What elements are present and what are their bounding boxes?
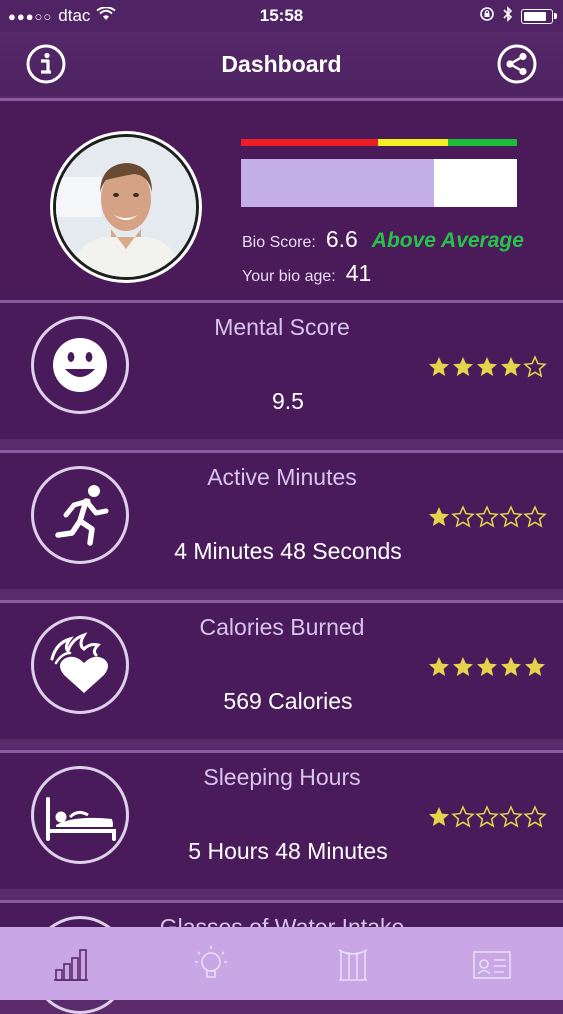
star-empty-icon — [499, 805, 523, 828]
star-filled-icon — [429, 807, 449, 826]
bio-score-row: Bio Score: 6.6 Above Average — [242, 226, 524, 253]
star-empty-icon — [523, 355, 547, 378]
star-empty-icon — [523, 805, 547, 828]
flaming-heart-icon — [50, 632, 108, 693]
metric-card-active-minutes[interactable]: Active Minutes 4 Minutes 48 Seconds — [0, 450, 563, 589]
bio-score-label: Bio Score: — [242, 234, 316, 251]
metric-card-calories-burned[interactable]: Calories Burned 569 Calories — [0, 600, 563, 739]
bio-age-label: Your bio age: — [242, 268, 336, 285]
bio-score-value: 6.6 — [325, 226, 358, 252]
metric-value: 5 Hours 48 Minutes — [188, 838, 388, 864]
metric-value: 4 Minutes 48 Seconds — [174, 538, 402, 564]
bio-age-value: 41 — [345, 260, 372, 286]
star-empty-icon — [475, 805, 499, 828]
rotation-lock-icon — [479, 6, 495, 27]
star-empty-icon — [523, 505, 547, 528]
bluetooth-icon — [503, 6, 513, 27]
status-bar: ●●●○○ dtac 15:58 — [0, 0, 563, 32]
star-rating — [427, 505, 547, 529]
avatar[interactable] — [50, 131, 202, 283]
star-filled-icon — [501, 357, 521, 376]
lightbulb-icon — [195, 946, 227, 978]
bio-score-meter — [241, 159, 517, 207]
metric-title: Calories Burned — [199, 614, 365, 640]
sleeping-icon — [46, 797, 116, 841]
nav-bar: Dashboard — [0, 32, 563, 96]
star-filled-icon — [429, 657, 449, 676]
smiley-icon — [53, 338, 107, 392]
share-icon — [497, 44, 537, 84]
metric-title: Sleeping Hours — [203, 764, 361, 790]
metric-card-mental-score[interactable]: Mental Score 9.5 — [0, 300, 563, 439]
star-empty-icon — [451, 505, 475, 528]
scale-low-segment — [241, 139, 378, 146]
star-filled-icon — [453, 357, 473, 376]
bio-score-meter-fill — [241, 159, 435, 207]
metric-title: Active Minutes — [207, 464, 357, 490]
bar-chart-icon — [54, 949, 88, 981]
scale-high-segment — [448, 139, 517, 146]
bio-score-card: Bio Score: 6.6 Above Average Your bio ag… — [0, 98, 563, 301]
tab-dashboard[interactable] — [46, 940, 94, 988]
calories-icon-ring — [31, 616, 129, 714]
star-rating — [427, 805, 547, 829]
tab-body[interactable] — [329, 940, 377, 988]
tab-tips[interactable] — [187, 940, 235, 988]
sleeping-icon-ring — [31, 766, 129, 864]
star-empty-icon — [451, 805, 475, 828]
star-filled-icon — [477, 657, 497, 676]
tab-profile[interactable] — [468, 940, 516, 988]
star-empty-icon — [475, 505, 499, 528]
battery-icon — [521, 9, 557, 24]
bio-score-color-scale — [241, 139, 517, 146]
metric-value: 9.5 — [272, 388, 304, 414]
profile-photo — [56, 137, 196, 277]
tab-bar — [0, 927, 563, 1000]
scale-mid-segment — [378, 139, 448, 146]
star-empty-icon — [499, 505, 523, 528]
bio-score-status: Above Average — [371, 229, 524, 252]
metric-title: Mental Score — [214, 314, 350, 340]
star-filled-icon — [453, 657, 473, 676]
share-button[interactable] — [497, 44, 537, 84]
body-icon — [338, 949, 368, 981]
metric-value: 569 Calories — [223, 688, 353, 714]
star-filled-icon — [477, 357, 497, 376]
running-icon — [55, 485, 109, 546]
metric-card-sleeping-hours[interactable]: Sleeping Hours 5 Hours 48 Minutes — [0, 750, 563, 889]
id-card-icon — [473, 951, 511, 979]
star-filled-icon — [429, 357, 449, 376]
star-rating — [427, 655, 547, 679]
active-minutes-icon-ring — [31, 466, 129, 564]
mental-score-icon-ring — [31, 316, 129, 414]
star-filled-icon — [525, 657, 545, 676]
bio-age-row: Your bio age: 41 — [242, 260, 371, 287]
star-filled-icon — [501, 657, 521, 676]
star-filled-icon — [429, 507, 449, 526]
page-title: Dashboard — [221, 51, 342, 77]
star-rating — [427, 355, 547, 379]
